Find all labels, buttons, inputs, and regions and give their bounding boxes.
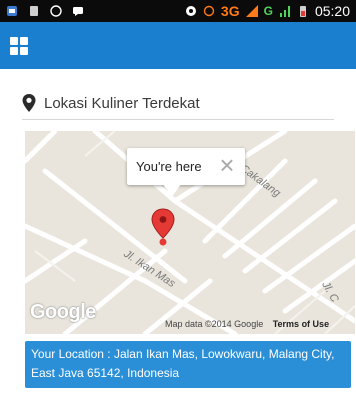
alarm-icon (203, 5, 215, 17)
terms-of-use-link[interactable]: Terms of Use (273, 319, 329, 329)
info-window[interactable]: You're here × (127, 148, 245, 185)
map-data-text: Map data ©2014 Google (165, 319, 264, 329)
notification-icon (6, 5, 18, 17)
map-view[interactable]: Cakalang Jl. Ikan Mas Jl. C You're here … (25, 131, 355, 334)
sd-card-icon (28, 5, 40, 17)
status-time: 05:20 (314, 3, 350, 19)
page-header: Lokasi Kuliner Terdekat (22, 87, 334, 120)
signal-icon (245, 5, 258, 17)
status-right-icons: 3G G 05:20 (185, 3, 350, 19)
google-logo: Google (30, 301, 96, 323)
close-icon[interactable]: × (217, 152, 237, 178)
map-pin-icon (22, 94, 36, 112)
current-location-box: Your Location : Jalan Ikan Mas, Lowokwar… (25, 341, 351, 388)
network-type: 3G (220, 3, 240, 19)
message-icon (72, 5, 84, 17)
map-attribution: Map data ©2014 Google Terms of Use (165, 319, 329, 329)
gps-icon (185, 5, 197, 17)
info-window-text: You're here (136, 159, 202, 174)
status-bar: 3G G 05:20 (0, 0, 356, 22)
app-menu-grid-icon[interactable] (10, 36, 28, 55)
battery-icon (297, 5, 309, 17)
status-left-icons (6, 5, 84, 17)
circle-badge-icon (50, 5, 62, 17)
location-marker-icon[interactable] (150, 208, 176, 248)
network-type-secondary: G (263, 4, 273, 18)
info-window-tail (163, 184, 181, 197)
signal-icon-secondary (279, 5, 291, 17)
page-title: Lokasi Kuliner Terdekat (44, 94, 200, 112)
app-bar (0, 22, 356, 69)
